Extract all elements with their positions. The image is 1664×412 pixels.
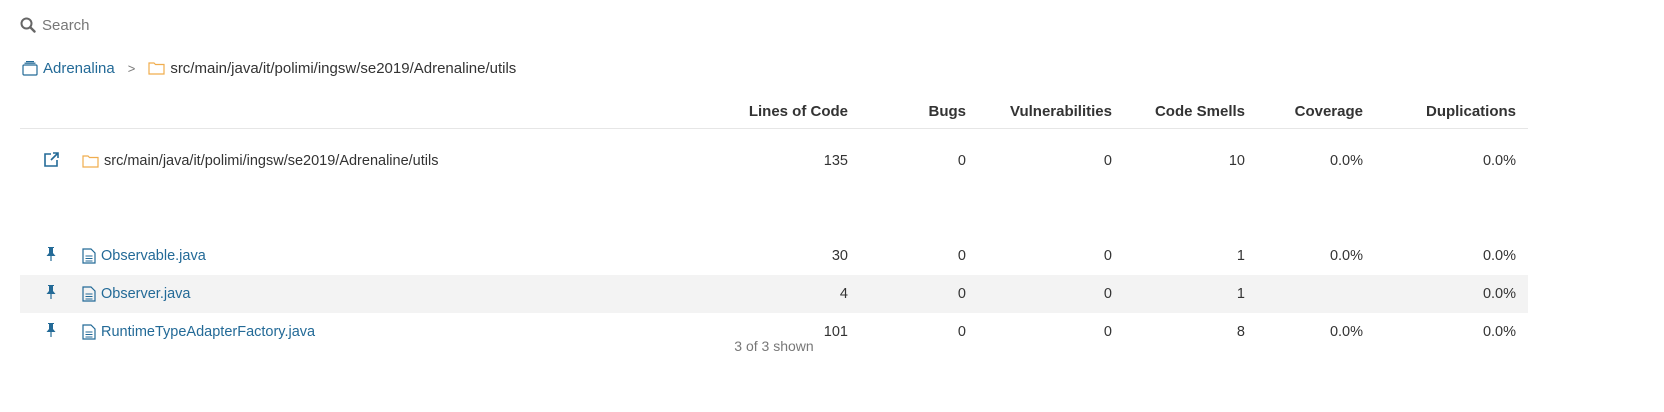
open-link-cell[interactable] [20, 129, 82, 194]
cell-vulnerabilities: 0 [1103, 153, 1112, 169]
breadcrumb-separator: > [127, 60, 136, 76]
breadcrumb: Adrenalina > src/main/java/it/polimi/ing… [22, 58, 516, 78]
spacer-row [20, 193, 1528, 237]
cell-bugs: 0 [957, 248, 966, 264]
cell-vulnerabilities: 0 [1103, 248, 1112, 264]
file-name-cell[interactable]: Observable.java [82, 237, 572, 275]
table-row[interactable]: Observable.java 30 0 0 1 0.0% 0.0% [20, 237, 1528, 275]
file-link[interactable]: Observable.java [101, 248, 206, 264]
table-row[interactable]: Observer.java 4 0 0 1 0.0% [20, 275, 1528, 313]
col-lines-of-code[interactable]: Lines of Code [572, 94, 860, 129]
col-code-smells[interactable]: Code Smells [1124, 94, 1257, 129]
folder-icon [148, 62, 165, 75]
cell-coverage [1257, 275, 1375, 313]
cell-lines-of-code: 4 [839, 286, 848, 302]
col-coverage[interactable]: Coverage [1257, 94, 1375, 129]
breadcrumb-directory-label: src/main/java/it/polimi/ingsw/se2019/Adr… [170, 59, 517, 77]
pin-cell[interactable] [20, 275, 82, 313]
cell-coverage: 0.0% [1329, 248, 1363, 264]
cell-vulnerabilities: 0 [1103, 286, 1112, 302]
col-name [82, 94, 572, 129]
breadcrumb-project[interactable]: Adrenalina [22, 60, 115, 77]
cell-lines-of-code: 135 [823, 153, 848, 169]
pin-cell[interactable] [20, 237, 82, 275]
directory-name: src/main/java/it/polimi/ingsw/se2019/Adr… [104, 153, 439, 169]
table-header-row: Lines of Code Bugs Vulnerabilities Code … [20, 94, 1528, 129]
cell-duplications: 0.0% [1482, 248, 1516, 264]
cell-lines-of-code: 30 [831, 248, 848, 264]
cell-coverage: 0.0% [1329, 153, 1363, 169]
col-duplications[interactable]: Duplications [1375, 94, 1528, 129]
col-icon [20, 94, 82, 129]
search-input[interactable]: Search [42, 17, 90, 34]
cell-duplications: 0.0% [1482, 286, 1516, 302]
cell-duplications: 0.0% [1482, 153, 1516, 169]
cell-bugs: 0 [957, 153, 966, 169]
pin-icon[interactable] [45, 284, 57, 300]
file-link[interactable]: Observer.java [101, 286, 190, 302]
cell-bugs: 0 [957, 286, 966, 302]
folder-icon [82, 155, 99, 168]
file-icon [82, 248, 96, 264]
file-icon [82, 286, 96, 302]
cell-code-smells: 1 [1236, 286, 1245, 302]
shown-count: 3 of 3 shown [734, 338, 814, 354]
directory-row: src/main/java/it/polimi/ingsw/se2019/Adr… [20, 129, 1528, 194]
search-icon [20, 17, 36, 33]
pin-icon[interactable] [45, 246, 57, 262]
breadcrumb-project-label[interactable]: Adrenalina [43, 60, 115, 77]
file-name-cell[interactable]: Observer.java [82, 275, 572, 313]
measures-table: Lines of Code Bugs Vulnerabilities Code … [20, 94, 1528, 351]
external-link-icon[interactable] [43, 151, 60, 168]
search-box[interactable]: Search [20, 14, 90, 36]
col-vulnerabilities[interactable]: Vulnerabilities [978, 94, 1124, 129]
cell-code-smells: 10 [1228, 153, 1245, 169]
pin-icon[interactable] [45, 322, 57, 338]
breadcrumb-directory: src/main/java/it/polimi/ingsw/se2019/Adr… [148, 60, 516, 77]
directory-name-cell: src/main/java/it/polimi/ingsw/se2019/Adr… [82, 129, 572, 194]
cell-code-smells: 1 [1236, 248, 1245, 264]
project-icon [22, 60, 38, 76]
col-bugs[interactable]: Bugs [860, 94, 978, 129]
